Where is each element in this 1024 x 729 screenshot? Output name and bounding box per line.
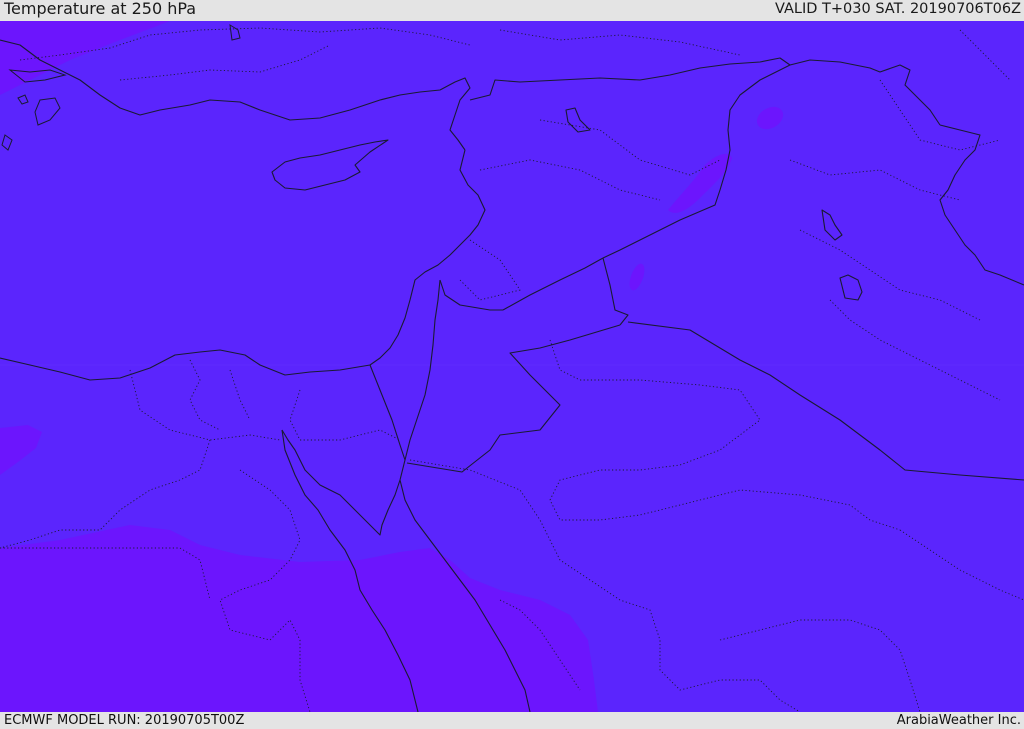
temperature-map[interactable] xyxy=(0,21,1024,712)
model-run-label: ECMWF MODEL RUN: 20190705T00Z xyxy=(4,713,245,728)
valid-time-label: VALID T+030 SAT. 20190706T06Z xyxy=(775,1,1021,17)
footer-bar: ECMWF MODEL RUN: 20190705T00Z ArabiaWeat… xyxy=(0,712,1024,729)
header-bar: Temperature at 250 hPa VALID T+030 SAT. … xyxy=(0,0,1024,21)
credit-label: ArabiaWeather Inc. xyxy=(896,713,1021,728)
map-title: Temperature at 250 hPa xyxy=(4,0,197,18)
map-canvas xyxy=(0,21,1024,712)
